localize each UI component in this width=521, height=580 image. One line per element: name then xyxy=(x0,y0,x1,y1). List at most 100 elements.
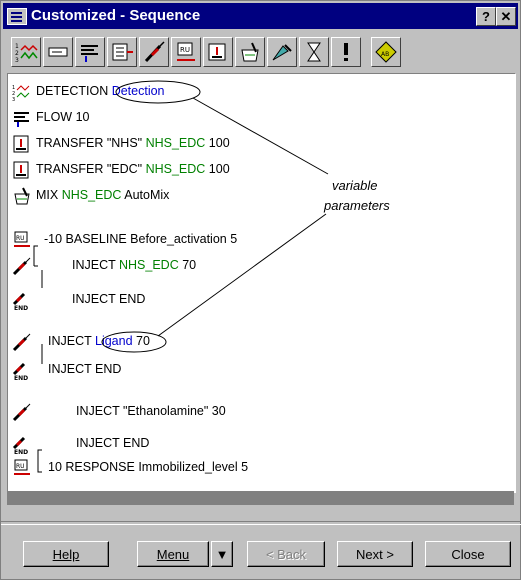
svg-text:3: 3 xyxy=(15,57,19,64)
list-item[interactable]: TRANSFER "EDC" NHS_EDC 100 xyxy=(8,158,508,180)
command-text: 10 RESPONSE Immobilized_level 5 xyxy=(48,460,249,474)
spacer-strip xyxy=(7,505,514,513)
command-text: INJECT xyxy=(72,258,119,272)
command-text: TRANSFER "EDC" xyxy=(36,162,146,176)
exclaim-tool-button[interactable] xyxy=(331,37,361,67)
inject-icon xyxy=(12,256,32,276)
menu-dropdown-button[interactable]: ▼ xyxy=(211,541,233,567)
status-strip xyxy=(7,491,514,505)
close-button[interactable]: Close xyxy=(425,541,511,567)
inject-icon xyxy=(144,41,165,63)
menu-button[interactable]: Menu xyxy=(137,541,209,567)
list-item[interactable]: RU -10 BASELINE Before_activation 5 xyxy=(8,228,508,250)
svg-text:AB: AB xyxy=(381,51,389,58)
mix-icon xyxy=(241,42,259,62)
sequence-window: Customized - Sequence ? ✕ 123 RU AB 1 2 … xyxy=(0,0,521,580)
command-text: INJECT END xyxy=(48,362,122,376)
list-item[interactable]: 123 DETECTION Detection xyxy=(8,80,508,103)
svg-text:END: END xyxy=(14,449,28,454)
annotation-variable: variable xyxy=(332,178,378,193)
ab-tool-button[interactable]: AB xyxy=(371,37,401,67)
list-item[interactable]: INJECT "Ethanolamine" 30 xyxy=(8,400,508,422)
transfer-icon xyxy=(112,43,133,61)
command-text: INJECT END xyxy=(72,292,146,306)
parameter-text: NHS_EDC xyxy=(145,162,206,176)
list-item[interactable]: END INJECT END xyxy=(8,288,508,312)
help-button[interactable]: Help xyxy=(23,541,109,567)
next-button[interactable]: Next > xyxy=(337,541,413,567)
close-button-label: Close xyxy=(451,547,485,562)
parameter-text: NHS_EDC xyxy=(145,136,206,150)
window-title: Customized - Sequence xyxy=(31,7,201,24)
sample-icon xyxy=(48,47,68,57)
next-button-label: Next > xyxy=(356,547,394,562)
list-item[interactable]: INJECT NHS_EDC 70 xyxy=(8,254,508,276)
svg-text:RU: RU xyxy=(16,235,25,242)
value-text: 70 xyxy=(132,334,150,348)
list-item[interactable]: MIX NHS_EDC AutoMix xyxy=(8,184,508,206)
hourglass-icon xyxy=(307,42,321,62)
svg-text:1: 1 xyxy=(15,43,19,50)
flow-icon xyxy=(81,45,98,62)
back-button[interactable]: < Back xyxy=(247,541,325,567)
response-icon: RU xyxy=(12,458,32,478)
wash-icon xyxy=(272,44,292,61)
detection-icon: 123 xyxy=(12,82,32,103)
svg-text:3: 3 xyxy=(12,97,15,102)
flow-icon xyxy=(12,108,32,128)
wait-tool-button[interactable] xyxy=(299,37,329,67)
baseline-tool-button[interactable]: RU xyxy=(171,37,201,67)
value-text: 70 xyxy=(178,258,197,272)
parameter-text: Detection xyxy=(111,84,165,98)
transfer-icon xyxy=(12,134,32,154)
wash-tool-button[interactable] xyxy=(267,37,297,67)
value-text: AutoMix xyxy=(121,188,170,202)
baseline-icon: RU xyxy=(12,230,32,250)
list-item[interactable]: END INJECT END xyxy=(8,358,508,382)
parameter-text: NHS_EDC xyxy=(119,258,179,272)
inject-icon xyxy=(12,332,32,352)
command-text: FLOW 10 xyxy=(36,110,90,124)
menu-button-label: Menu xyxy=(156,547,190,562)
close-title-button[interactable]: ✕ xyxy=(496,7,516,26)
inject-end-icon: END xyxy=(12,434,32,456)
list-item[interactable]: INJECT Ligand 70 xyxy=(8,330,508,352)
sequence-list[interactable]: 123 DETECTION Detection FLOW 10 TRANSFER… xyxy=(7,73,516,493)
back-button-label: < Back xyxy=(265,547,307,562)
list-item[interactable]: TRANSFER "NHS" NHS_EDC 100 xyxy=(8,132,508,154)
list-item[interactable]: END INJECT END xyxy=(8,432,508,456)
detection-tool-button[interactable]: 123 xyxy=(11,37,41,67)
flow-tool-button[interactable] xyxy=(75,37,105,67)
command-text: INJECT xyxy=(48,334,95,348)
list-item[interactable]: RU 10 RESPONSE Immobilized_level 5 xyxy=(8,456,508,478)
title-bar[interactable]: Customized - Sequence ? ✕ xyxy=(3,3,518,29)
command-text: MIX xyxy=(36,188,62,202)
transfer-tool-button[interactable] xyxy=(107,37,137,67)
mix-icon xyxy=(12,186,32,206)
svg-text:RU: RU xyxy=(16,463,25,470)
svg-text:END: END xyxy=(14,305,28,310)
mix-tool-button[interactable] xyxy=(235,37,265,67)
window-icon xyxy=(7,8,27,25)
command-text: INJECT END xyxy=(76,436,150,450)
parameter-text: NHS_EDC xyxy=(61,188,122,202)
chevron-down-icon: ▼ xyxy=(215,547,229,562)
parameter-text: Ligand xyxy=(95,334,133,348)
inject-tool-button[interactable] xyxy=(139,37,169,67)
command-text: DETECTION xyxy=(36,84,112,98)
list-item[interactable]: FLOW 10 xyxy=(8,106,508,128)
annotation-parameters: parameters xyxy=(324,198,390,213)
sample-tool-button[interactable] xyxy=(43,37,73,67)
ab-diamond-icon: AB xyxy=(375,41,397,63)
help-title-button[interactable]: ? xyxy=(476,7,496,26)
inject-end-icon: END xyxy=(12,360,32,382)
divider xyxy=(1,521,521,525)
transfer-icon xyxy=(12,160,32,180)
help-button-label: Help xyxy=(52,547,80,562)
value-text: 100 xyxy=(205,162,230,176)
command-text: INJECT "Ethanolamine" 30 xyxy=(76,404,226,418)
value-text: 100 xyxy=(205,136,230,150)
transfer-alt-tool-button[interactable] xyxy=(203,37,233,67)
command-text: -10 BASELINE Before_activation 5 xyxy=(44,232,238,246)
transfer-alt-icon xyxy=(208,43,226,61)
